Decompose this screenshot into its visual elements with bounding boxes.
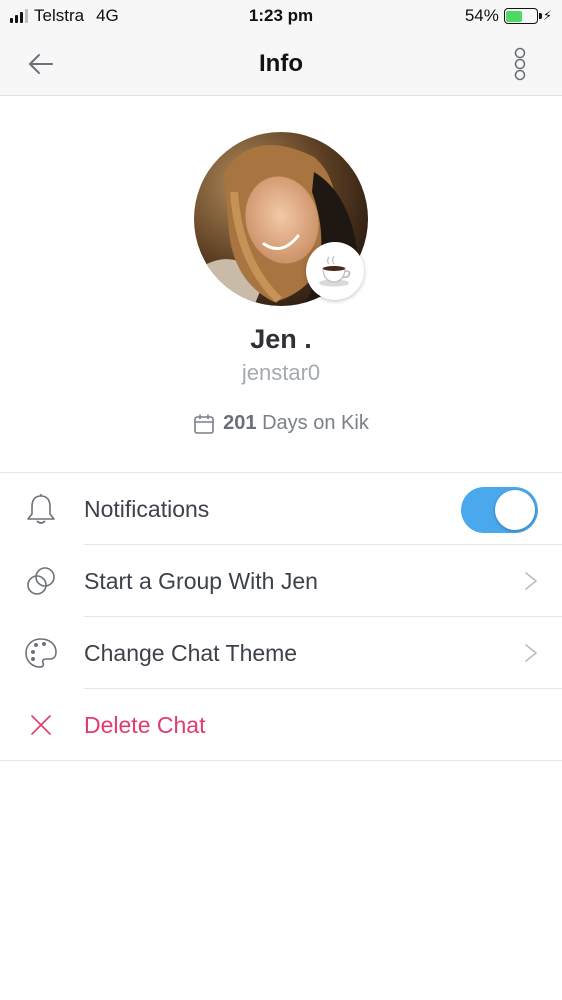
menu-item-label: Notifications: [84, 496, 210, 522]
nav-header: Info: [0, 32, 562, 96]
status-right: 54% ⚡︎: [465, 6, 552, 26]
group-circles-icon: [22, 563, 60, 599]
arrow-left-icon: [29, 54, 53, 74]
settings-menu: Notifications Start a Group With Jen Cha…: [0, 472, 562, 761]
profile-display-name: Jen .: [250, 324, 312, 354]
close-x-icon: [22, 707, 60, 743]
status-bar: Telstra 4G 1:23 pm 54% ⚡︎: [0, 0, 562, 32]
menu-item-notifications[interactable]: Notifications: [0, 473, 562, 545]
vertical-dots-icon: [514, 47, 526, 81]
battery-level-fill: [506, 10, 523, 22]
palette-icon: [22, 635, 60, 671]
menu-item-label: Start a Group With Jen: [84, 568, 318, 594]
bell-icon: [22, 491, 60, 527]
toggle-knob: [495, 490, 535, 530]
page-title: Info: [259, 50, 303, 77]
calendar-icon: [194, 414, 214, 434]
profile-avatar-container[interactable]: [194, 132, 368, 306]
days-count: 201: [223, 412, 257, 434]
menu-item-start-group[interactable]: Start a Group With Jen: [0, 545, 562, 617]
menu-item-change-theme[interactable]: Change Chat Theme: [0, 617, 562, 689]
days-label: Days on Kik: [262, 412, 369, 434]
charging-bolt-icon: ⚡︎: [542, 8, 552, 23]
menu-item-label: Delete Chat: [84, 712, 206, 738]
battery-icon: [503, 8, 542, 24]
profile-username: jenstar0: [241, 360, 321, 385]
more-options-button[interactable]: [506, 46, 534, 82]
coffee-cup-icon: [319, 255, 351, 287]
menu-item-delete-chat[interactable]: Delete Chat: [0, 689, 562, 761]
menu-item-label: Change Chat Theme: [84, 640, 298, 666]
chevron-right-icon: [525, 644, 537, 662]
mood-badge[interactable]: [306, 242, 364, 300]
back-button[interactable]: [24, 48, 58, 80]
notifications-toggle[interactable]: [461, 487, 538, 533]
battery-percent: 54%: [464, 6, 499, 25]
days-on-kik: 201 Days on Kik: [0, 412, 562, 435]
chevron-right-icon: [525, 572, 537, 590]
